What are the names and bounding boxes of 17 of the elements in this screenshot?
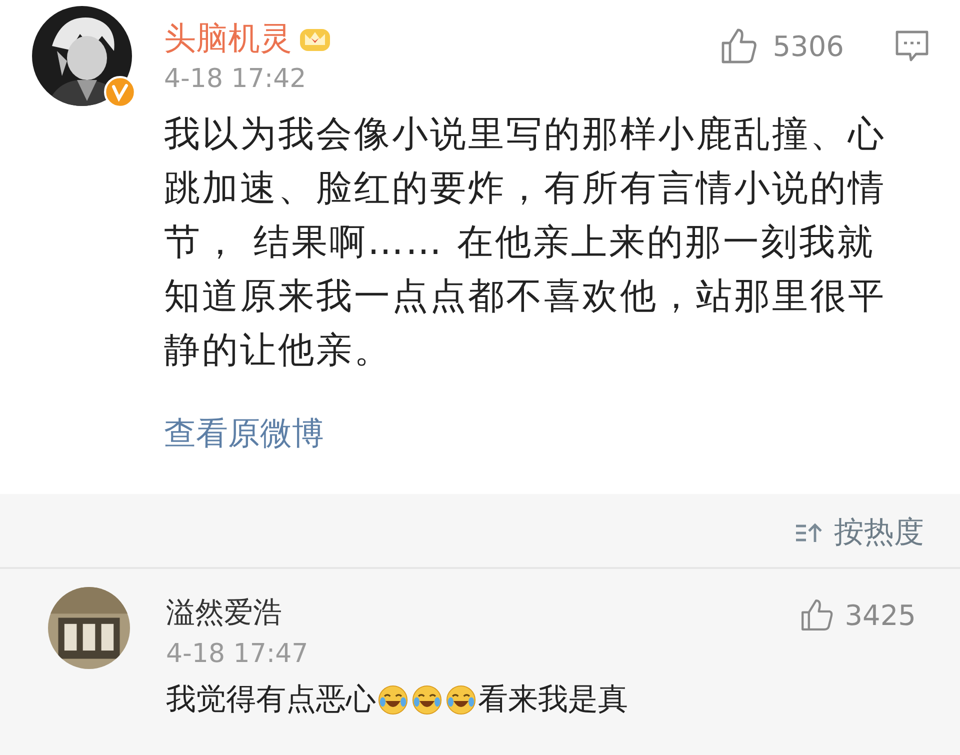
author-name[interactable]: 头脑机灵 xyxy=(164,18,292,58)
commenter-name[interactable]: 溢然爱浩 xyxy=(166,593,308,633)
post-time: 4-18 17:42 xyxy=(164,64,308,94)
laughing-crying-emoji-icon xyxy=(378,684,408,714)
laughing-crying-emoji-icon xyxy=(446,684,476,714)
comment-text: 看来我是真 xyxy=(478,681,628,719)
comment-text: 我觉得有点恶心 xyxy=(166,681,376,719)
laughing-crying-emoji-icon xyxy=(412,684,442,714)
post-text: 我以为我会像小说里写的那样小鹿乱撞、心跳加速、脸红的要炸，有所有言情小说的情节， 结果啊…… 在他亲上来的那一刻我就知道原来我一点点都不喜欢他，站那里很平静的让他亲。 xyxy=(164,113,887,373)
view-original-link[interactable]: 查看原微博 xyxy=(164,412,324,456)
like-button[interactable]: 3425 xyxy=(798,597,916,633)
comment-icon[interactable] xyxy=(894,28,930,64)
sort-button[interactable]: 按热度 xyxy=(794,512,924,553)
comment-time: 4-18 17:47 xyxy=(166,639,308,669)
thumb-up-icon xyxy=(798,597,835,633)
like-button[interactable]: 5306 xyxy=(718,26,844,66)
sort-icon xyxy=(794,520,824,544)
